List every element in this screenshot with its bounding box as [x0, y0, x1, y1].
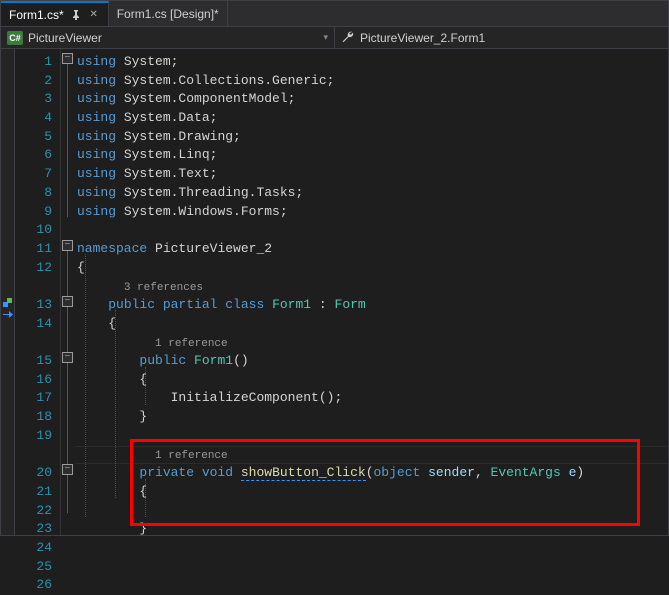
keyword-namespace: namespace	[77, 241, 147, 256]
line-number: 19	[15, 427, 52, 446]
indicator-margin	[1, 49, 15, 535]
brace-open: {	[77, 260, 85, 275]
line-number: 4	[15, 109, 52, 128]
param-type-object: object	[374, 465, 421, 480]
line-number: 14	[15, 315, 52, 334]
fold-toggle-handler[interactable]: −	[62, 464, 73, 475]
fold-toggle-ctor[interactable]: −	[62, 352, 73, 363]
using-line: using System.Drawing;	[77, 128, 668, 147]
line-number: 1	[15, 53, 52, 72]
line-number: 21	[15, 483, 52, 502]
line-number: 26	[15, 576, 52, 595]
line-number: 16	[15, 371, 52, 390]
navigation-bar: C# PictureViewer ▾ PictureViewer_2.Form1	[1, 27, 668, 49]
line-number: 15	[15, 352, 52, 371]
base-class: Form	[335, 297, 366, 312]
arrow-indicator-icon	[2, 310, 13, 319]
nav-scope-label: PictureViewer_2.Form1	[360, 31, 485, 45]
tab-form1-cs[interactable]: Form1.cs* ✕	[1, 1, 109, 26]
fold-toggle-class[interactable]: −	[62, 296, 73, 307]
csharp-icon: C#	[7, 31, 23, 45]
line-number: 6	[15, 146, 52, 165]
line-number: 2	[15, 72, 52, 91]
line-number: 9	[15, 203, 52, 222]
param-type-eventargs: EventArgs	[491, 465, 561, 480]
line-number: 3	[15, 90, 52, 109]
tab-label: Form1.cs [Design]*	[117, 7, 219, 21]
using-line: using System.Text;	[77, 165, 668, 184]
param-sender: sender	[428, 465, 475, 480]
namespace-name: PictureViewer_2	[155, 241, 272, 256]
line-number: 23	[15, 520, 52, 539]
using-line: using System.Collections.Generic;	[77, 72, 668, 91]
close-icon[interactable]: ✕	[88, 9, 100, 21]
line-number	[15, 333, 52, 352]
ctor-name: Form1	[194, 353, 233, 368]
line-number: 13	[15, 296, 52, 315]
nav-scope-dropdown[interactable]: PictureViewer_2.Form1	[335, 27, 668, 48]
nav-project-dropdown[interactable]: C# PictureViewer ▾	[1, 27, 335, 48]
wrench-icon	[341, 30, 355, 46]
class-name: Form1	[272, 297, 311, 312]
line-number: 22	[15, 502, 52, 521]
line-number: 24	[15, 539, 52, 558]
line-number: 10	[15, 221, 52, 240]
line-number: 5	[15, 128, 52, 147]
line-number	[15, 277, 52, 296]
outlining-margin: − − − − −	[61, 49, 75, 535]
line-number	[15, 445, 52, 464]
pin-icon[interactable]	[70, 9, 82, 21]
keyword-private-void: private void	[139, 465, 233, 480]
line-number: 17	[15, 389, 52, 408]
ctor-body: InitializeComponent();	[171, 390, 343, 405]
document-tabs: Form1.cs* ✕ Form1.cs [Design]*	[1, 1, 668, 27]
using-line: using System.Windows.Forms;	[77, 203, 668, 222]
tab-form1-design[interactable]: Form1.cs [Design]*	[109, 1, 228, 26]
using-line: using System;	[77, 53, 668, 72]
using-line: using System.ComponentModel;	[77, 90, 668, 109]
chevron-down-icon: ▾	[323, 32, 328, 43]
line-number: 20	[15, 464, 52, 483]
fold-toggle-namespace[interactable]: −	[62, 240, 73, 251]
interface-indicator-icon	[2, 297, 13, 308]
using-line: using System.Threading.Tasks;	[77, 184, 668, 203]
line-number: 8	[15, 184, 52, 203]
line-number-gutter: 1234567891011121314151617181920212223242…	[15, 49, 61, 535]
line-number: 11	[15, 240, 52, 259]
using-line: using System.Data;	[77, 109, 668, 128]
keyword-class-mods: public partial class	[108, 297, 264, 312]
fold-toggle-usings[interactable]: −	[62, 53, 73, 64]
using-line: using System.Linq;	[77, 146, 668, 165]
tab-label: Form1.cs*	[9, 8, 64, 22]
code-content[interactable]: using System;using System.Collections.Ge…	[75, 49, 668, 535]
nav-project-label: PictureViewer	[28, 31, 102, 45]
line-number: 12	[15, 259, 52, 278]
keyword-public: public	[139, 353, 186, 368]
method-name: showButton_Click	[241, 465, 366, 481]
line-number: 18	[15, 408, 52, 427]
line-number: 25	[15, 558, 52, 577]
line-number: 7	[15, 165, 52, 184]
code-editor[interactable]: 1234567891011121314151617181920212223242…	[1, 49, 668, 535]
